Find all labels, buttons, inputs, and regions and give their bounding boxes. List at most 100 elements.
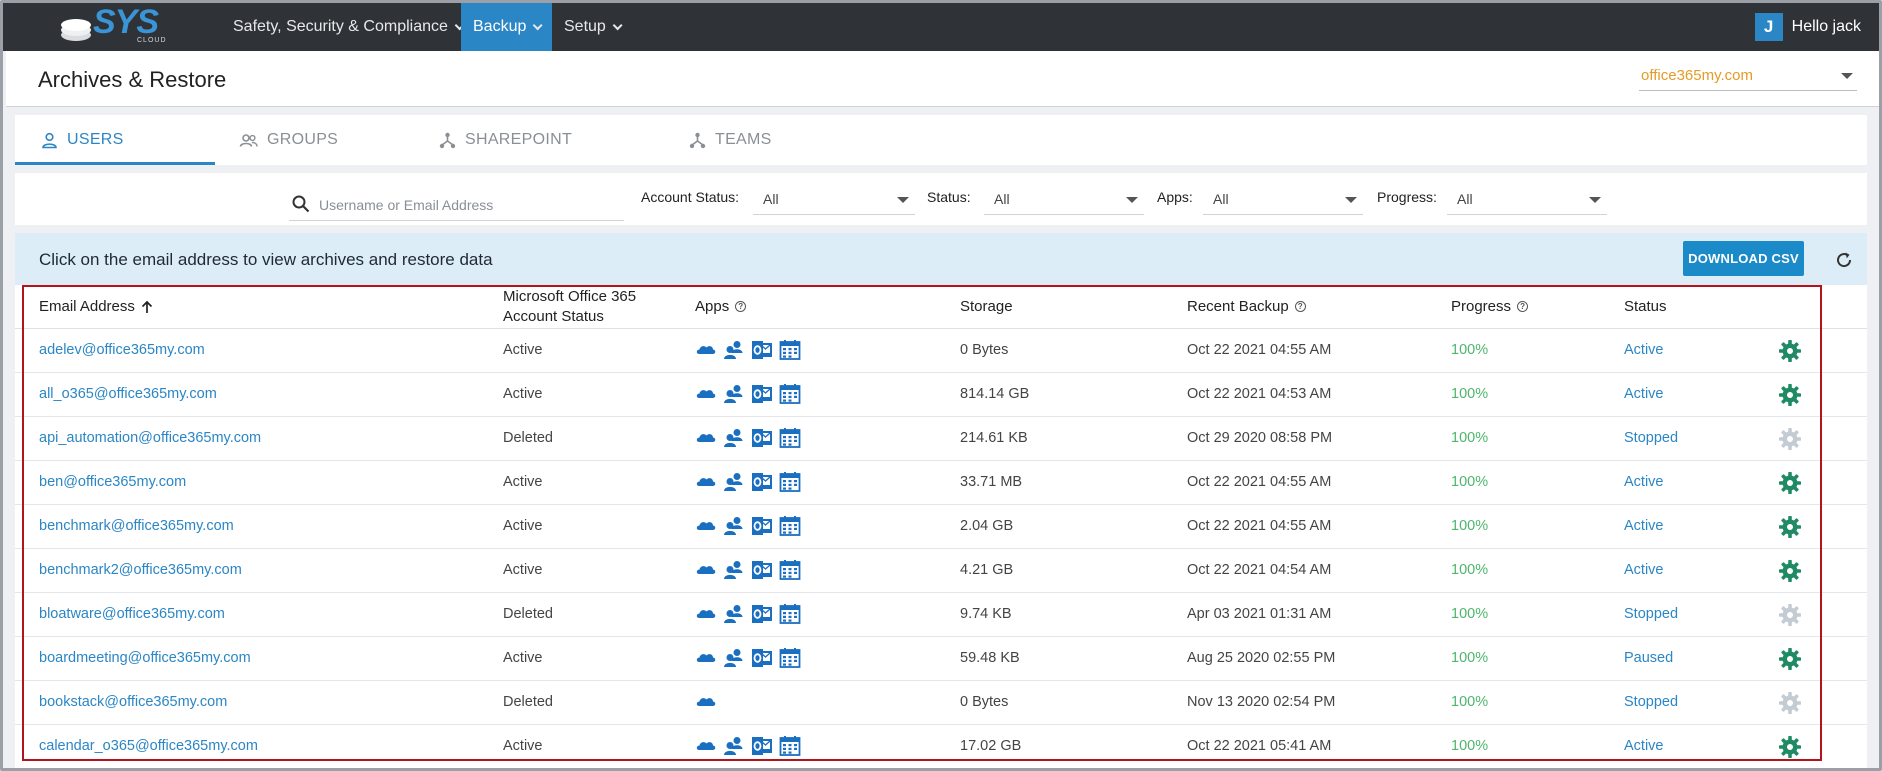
status-link[interactable]: Stopped — [1624, 606, 1678, 622]
column-apps: Apps ? — [695, 298, 747, 315]
column-label: Status — [1624, 298, 1667, 315]
select-value: All — [763, 191, 779, 207]
gear-icon[interactable] — [1778, 691, 1802, 715]
email-link[interactable]: benchmark2@office365my.com — [39, 562, 242, 578]
email-link[interactable]: boardmeeting@office365my.com — [39, 650, 251, 666]
recent-backup-value: Apr 03 2021 01:31 AM — [1187, 606, 1332, 622]
download-csv-button[interactable]: DOWNLOAD CSV — [1683, 241, 1804, 276]
email-link[interactable]: ben@office365my.com — [39, 474, 186, 490]
active-tab-indicator — [15, 162, 215, 165]
nav-label: Backup — [473, 18, 527, 35]
account-status: Active — [503, 386, 543, 402]
status-link[interactable]: Active — [1624, 738, 1664, 754]
help-icon[interactable]: ? — [1294, 301, 1306, 312]
outlook-icon — [751, 559, 773, 586]
storage-value: 2.04 GB — [960, 518, 1014, 534]
calendar-icon — [779, 471, 801, 498]
tab-label: USERS — [67, 131, 124, 148]
progress-select[interactable]: All — [1447, 183, 1607, 215]
search-box — [289, 191, 624, 221]
gear-icon[interactable] — [1778, 427, 1802, 451]
nav-backup[interactable]: Backup — [461, 3, 552, 51]
nav-setup[interactable]: Setup — [552, 3, 631, 51]
email-link[interactable]: benchmark@office365my.com — [39, 518, 234, 534]
email-link[interactable]: api_automation@office365my.com — [39, 430, 261, 446]
calendar-icon — [779, 383, 801, 410]
nav-safety-security-compliance[interactable]: Safety, Security & Compliance — [221, 3, 473, 51]
status-select[interactable]: All — [984, 183, 1144, 215]
storage-value: 0 Bytes — [960, 694, 1009, 710]
gear-icon[interactable] — [1778, 603, 1802, 627]
column-label: Apps — [695, 298, 730, 315]
user-menu[interactable]: J Hello jack — [1754, 3, 1861, 51]
column-label: Email Address — [39, 298, 135, 315]
sort-ascending-icon[interactable] — [139, 299, 155, 315]
email-link[interactable]: all_o365@office365my.com — [39, 386, 217, 402]
progress-value: 100% — [1451, 562, 1489, 578]
gear-icon[interactable] — [1778, 471, 1802, 495]
tab-users[interactable]: USERS — [41, 115, 124, 165]
table-row: boardmeeting@office365my.com Active 59.48 … — [15, 637, 1867, 681]
gear-icon[interactable] — [1778, 559, 1802, 583]
progress-value: 100% — [1451, 386, 1489, 402]
storage-value: 33.71 MB — [960, 474, 1023, 490]
gear-icon[interactable] — [1778, 735, 1802, 759]
email-link[interactable]: calendar_o365@office365my.com — [39, 738, 258, 754]
calendar-icon — [779, 515, 801, 542]
gear-icon[interactable] — [1778, 515, 1802, 539]
email-link[interactable]: bloatware@office365my.com — [39, 606, 225, 622]
column-recent-backup: Recent Backup ? — [1187, 298, 1306, 315]
storage-value: 17.02 GB — [960, 738, 1022, 754]
account-status-select[interactable]: All — [753, 183, 915, 215]
status-link[interactable]: Active — [1624, 518, 1664, 534]
tab-teams[interactable]: TEAMS — [689, 115, 772, 165]
calendar-icon — [779, 427, 801, 454]
refresh-icon[interactable] — [1834, 250, 1854, 270]
contacts-icon — [723, 735, 745, 762]
help-icon[interactable]: ? — [1517, 301, 1529, 312]
gear-icon[interactable] — [1778, 339, 1802, 363]
status-link[interactable]: Active — [1624, 474, 1664, 490]
email-link[interactable]: bookstack@office365my.com — [39, 694, 227, 710]
storage-value: 814.14 GB — [960, 386, 1030, 402]
syscloud-logo[interactable]: SYS CLOUD — [55, 3, 166, 47]
progress-value: 100% — [1451, 342, 1489, 358]
status-link[interactable]: Stopped — [1624, 694, 1678, 710]
top-navbar: SYS CLOUD Safety, Security & Compliance … — [3, 3, 1879, 51]
status-link[interactable]: Active — [1624, 386, 1664, 402]
storage-value: 9.74 KB — [960, 606, 1012, 622]
apps-select[interactable]: All — [1203, 183, 1363, 215]
tab-label: SHAREPOINT — [465, 131, 573, 148]
apps-icons — [695, 339, 801, 366]
column-storage: Storage — [960, 298, 1013, 315]
status-link[interactable]: Paused — [1624, 650, 1673, 666]
status-link[interactable]: Active — [1624, 562, 1664, 578]
status-link[interactable]: Active — [1624, 342, 1664, 358]
account-status: Active — [503, 518, 543, 534]
search-input[interactable] — [319, 194, 619, 216]
apps-icons — [695, 515, 801, 542]
tenant-select[interactable]: office365my.com — [1639, 61, 1857, 91]
tab-sharepoint[interactable]: SHAREPOINT — [439, 115, 572, 165]
chevron-down-icon — [533, 19, 543, 30]
recent-backup-value: Oct 22 2021 04:55 AM — [1187, 518, 1332, 534]
storage-value: 0 Bytes — [960, 342, 1009, 358]
caret-down-icon — [897, 197, 909, 203]
gear-icon[interactable] — [1778, 647, 1802, 671]
caret-down-icon — [1589, 197, 1601, 203]
column-email[interactable]: Email Address — [39, 298, 155, 315]
nav-label: Safety, Security & Compliance — [233, 18, 448, 35]
onedrive-icon — [695, 647, 717, 674]
status-link[interactable]: Stopped — [1624, 430, 1678, 446]
recent-backup-value: Oct 22 2021 05:41 AM — [1187, 738, 1332, 754]
contacts-icon — [723, 647, 745, 674]
tab-groups[interactable]: GROUPS — [239, 115, 338, 165]
gear-icon[interactable] — [1778, 383, 1802, 407]
group-icon — [239, 133, 258, 147]
account-status: Active — [503, 342, 543, 358]
hierarchy-icon — [439, 132, 456, 148]
filter-bar: Account Status: All Status: All Apps: Al… — [15, 173, 1867, 225]
email-link[interactable]: adelev@office365my.com — [39, 342, 205, 358]
column-progress: Progress ? — [1451, 298, 1529, 315]
help-icon[interactable]: ? — [735, 301, 747, 312]
